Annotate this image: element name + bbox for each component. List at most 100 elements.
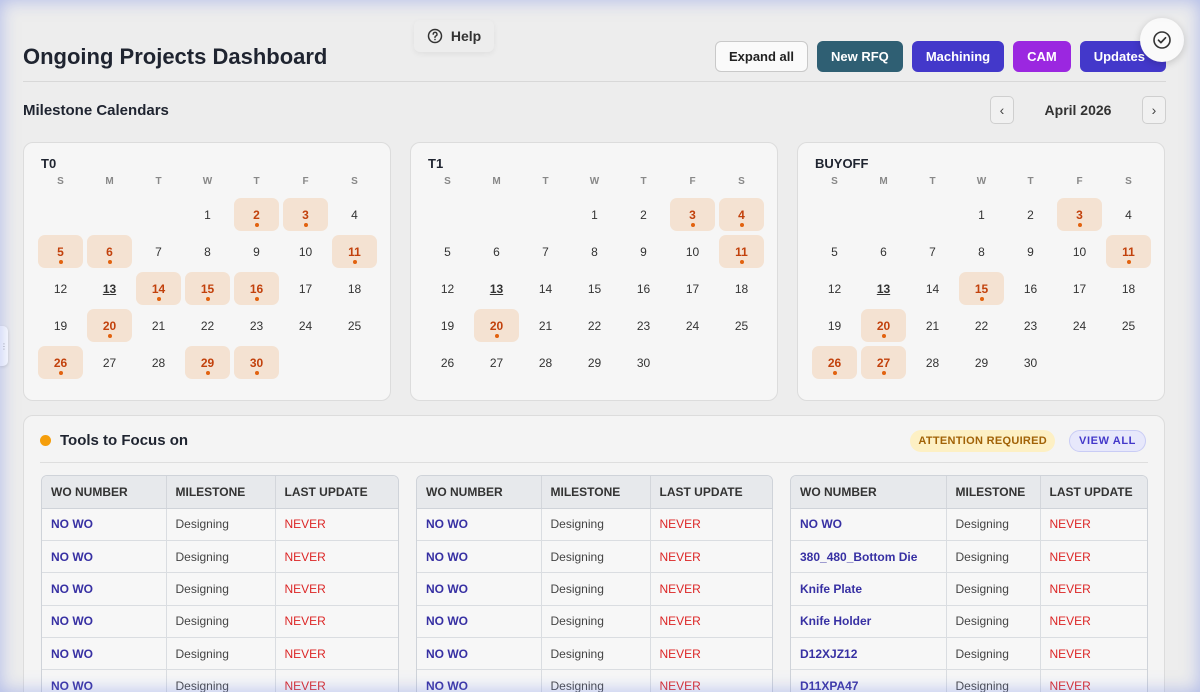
calendar-day[interactable]: 8 — [959, 235, 1004, 268]
table-row[interactable]: NO WO Designing NEVER — [42, 637, 398, 671]
calendar-day[interactable]: 13 — [474, 272, 519, 305]
wo-number-cell[interactable]: NO WO — [417, 572, 542, 606]
column-header-last-update[interactable]: LAST UPDATE — [650, 476, 772, 509]
calendar-day-milestone[interactable]: 4 — [719, 198, 764, 231]
calendar-day[interactable]: 5 — [425, 235, 470, 268]
column-header-last-update[interactable]: LAST UPDATE — [275, 476, 398, 509]
calendar-day[interactable]: 30 — [1008, 346, 1053, 379]
calendar-day-milestone[interactable]: 11 — [719, 235, 764, 268]
calendar-day[interactable]: 22 — [572, 309, 617, 342]
machining-button[interactable]: Machining — [911, 41, 1005, 72]
calendar-day[interactable]: 26 — [425, 346, 470, 379]
calendar-day[interactable]: 4 — [332, 198, 377, 231]
calendar-day-milestone[interactable]: 27 — [861, 346, 906, 379]
calendar-day-milestone[interactable]: 20 — [861, 309, 906, 342]
wo-number-cell[interactable]: Knife Holder — [791, 605, 947, 639]
calendar-day[interactable]: 18 — [719, 272, 764, 305]
calendar-day[interactable]: 22 — [959, 309, 1004, 342]
table-row[interactable]: NO WO Designing NEVER — [42, 605, 398, 639]
calendar-day[interactable]: 28 — [910, 346, 955, 379]
calendar-day[interactable]: 24 — [283, 309, 328, 342]
calendar-day[interactable]: 6 — [474, 235, 519, 268]
calendar-day[interactable]: 10 — [670, 235, 715, 268]
calendar-day[interactable]: 12 — [812, 272, 857, 305]
calendar-day-milestone[interactable]: 2 — [234, 198, 279, 231]
column-header-wo-number[interactable]: WO NUMBER — [791, 476, 947, 509]
calendar-day-milestone[interactable]: 20 — [474, 309, 519, 342]
calendar-day[interactable]: 19 — [425, 309, 470, 342]
wo-number-cell[interactable]: NO WO — [42, 508, 167, 541]
calendar-day-milestone[interactable]: 26 — [812, 346, 857, 379]
calendar-day[interactable]: 25 — [332, 309, 377, 342]
table-row[interactable]: 380_480_Bottom Die Designing NEVER — [791, 540, 1147, 574]
calendar-day[interactable]: 14 — [910, 272, 955, 305]
calendar-day[interactable]: 30 — [621, 346, 666, 379]
calendar-day[interactable]: 21 — [136, 309, 181, 342]
calendar-day-milestone[interactable]: 3 — [1057, 198, 1102, 231]
wo-number-cell[interactable]: Knife Plate — [791, 572, 947, 606]
sidebar-toggle[interactable]: ⋮ — [0, 326, 8, 366]
wo-number-cell[interactable]: NO WO — [417, 637, 542, 671]
column-header-wo-number[interactable]: WO NUMBER — [417, 476, 542, 509]
calendar-day-milestone[interactable]: 5 — [38, 235, 83, 268]
table-row[interactable]: Knife Holder Designing NEVER — [791, 605, 1147, 639]
table-row[interactable]: NO WO Designing NEVER — [42, 572, 398, 606]
calendar-day[interactable]: 17 — [283, 272, 328, 305]
calendar-day-milestone[interactable]: 14 — [136, 272, 181, 305]
table-row[interactable]: NO WO Designing NEVER — [417, 669, 772, 692]
calendar-day[interactable]: 13 — [87, 272, 132, 305]
wo-number-cell[interactable]: NO WO — [417, 540, 542, 574]
calendar-day[interactable]: 13 — [861, 272, 906, 305]
new-rfq-button[interactable]: New RFQ — [817, 41, 903, 72]
expand-all-button[interactable]: Expand all — [714, 41, 809, 72]
calendar-day-milestone[interactable]: 3 — [283, 198, 328, 231]
wo-number-cell[interactable]: NO WO — [42, 540, 167, 574]
calendar-day[interactable]: 8 — [572, 235, 617, 268]
calendar-day[interactable]: 7 — [910, 235, 955, 268]
column-header-last-update[interactable]: LAST UPDATE — [1040, 476, 1147, 509]
calendar-day[interactable]: 28 — [523, 346, 568, 379]
table-row[interactable]: NO WO Designing NEVER — [417, 508, 772, 541]
table-row[interactable]: NO WO Designing NEVER — [791, 508, 1147, 541]
calendar-day[interactable]: 1 — [572, 198, 617, 231]
calendar-day[interactable]: 29 — [959, 346, 1004, 379]
wo-number-cell[interactable]: D12XJZ12 — [791, 637, 947, 671]
calendar-day-milestone[interactable]: 30 — [234, 346, 279, 379]
table-row[interactable]: NO WO Designing NEVER — [42, 669, 398, 692]
calendar-day[interactable]: 9 — [1008, 235, 1053, 268]
calendar-day[interactable]: 15 — [572, 272, 617, 305]
table-row[interactable]: Knife Plate Designing NEVER — [791, 572, 1147, 606]
calendar-day[interactable]: 23 — [621, 309, 666, 342]
calendar-day[interactable]: 28 — [136, 346, 181, 379]
wo-number-cell[interactable]: NO WO — [417, 508, 542, 541]
table-row[interactable]: NO WO Designing NEVER — [42, 508, 398, 541]
calendar-day[interactable]: 21 — [523, 309, 568, 342]
calendar-day[interactable]: 14 — [523, 272, 568, 305]
calendar-day[interactable]: 9 — [234, 235, 279, 268]
calendar-day[interactable]: 5 — [812, 235, 857, 268]
calendar-day[interactable]: 24 — [1057, 309, 1102, 342]
calendar-day-milestone[interactable]: 6 — [87, 235, 132, 268]
calendar-day[interactable]: 17 — [1057, 272, 1102, 305]
next-month-button[interactable]: › — [1142, 96, 1166, 124]
wo-number-cell[interactable]: NO WO — [417, 605, 542, 639]
calendar-day[interactable]: 16 — [1008, 272, 1053, 305]
calendar-day-milestone[interactable]: 11 — [1106, 235, 1151, 268]
status-check-button[interactable] — [1140, 18, 1184, 62]
calendar-day[interactable]: 9 — [621, 235, 666, 268]
column-header-wo-number[interactable]: WO NUMBER — [42, 476, 167, 509]
calendar-day[interactable]: 16 — [621, 272, 666, 305]
calendar-day-milestone[interactable]: 3 — [670, 198, 715, 231]
calendar-day[interactable]: 7 — [136, 235, 181, 268]
wo-number-cell[interactable]: D11XPA47 — [791, 669, 947, 692]
wo-number-cell[interactable]: 380_480_Bottom Die — [791, 540, 947, 574]
table-row[interactable]: NO WO Designing NEVER — [417, 637, 772, 671]
calendar-day[interactable]: 19 — [38, 309, 83, 342]
table-row[interactable]: NO WO Designing NEVER — [417, 572, 772, 606]
calendar-day[interactable]: 10 — [283, 235, 328, 268]
wo-number-cell[interactable]: NO WO — [791, 508, 947, 541]
calendar-day[interactable]: 19 — [812, 309, 857, 342]
help-button[interactable]: Help — [414, 20, 494, 52]
calendar-day[interactable]: 12 — [425, 272, 470, 305]
calendar-day[interactable]: 4 — [1106, 198, 1151, 231]
